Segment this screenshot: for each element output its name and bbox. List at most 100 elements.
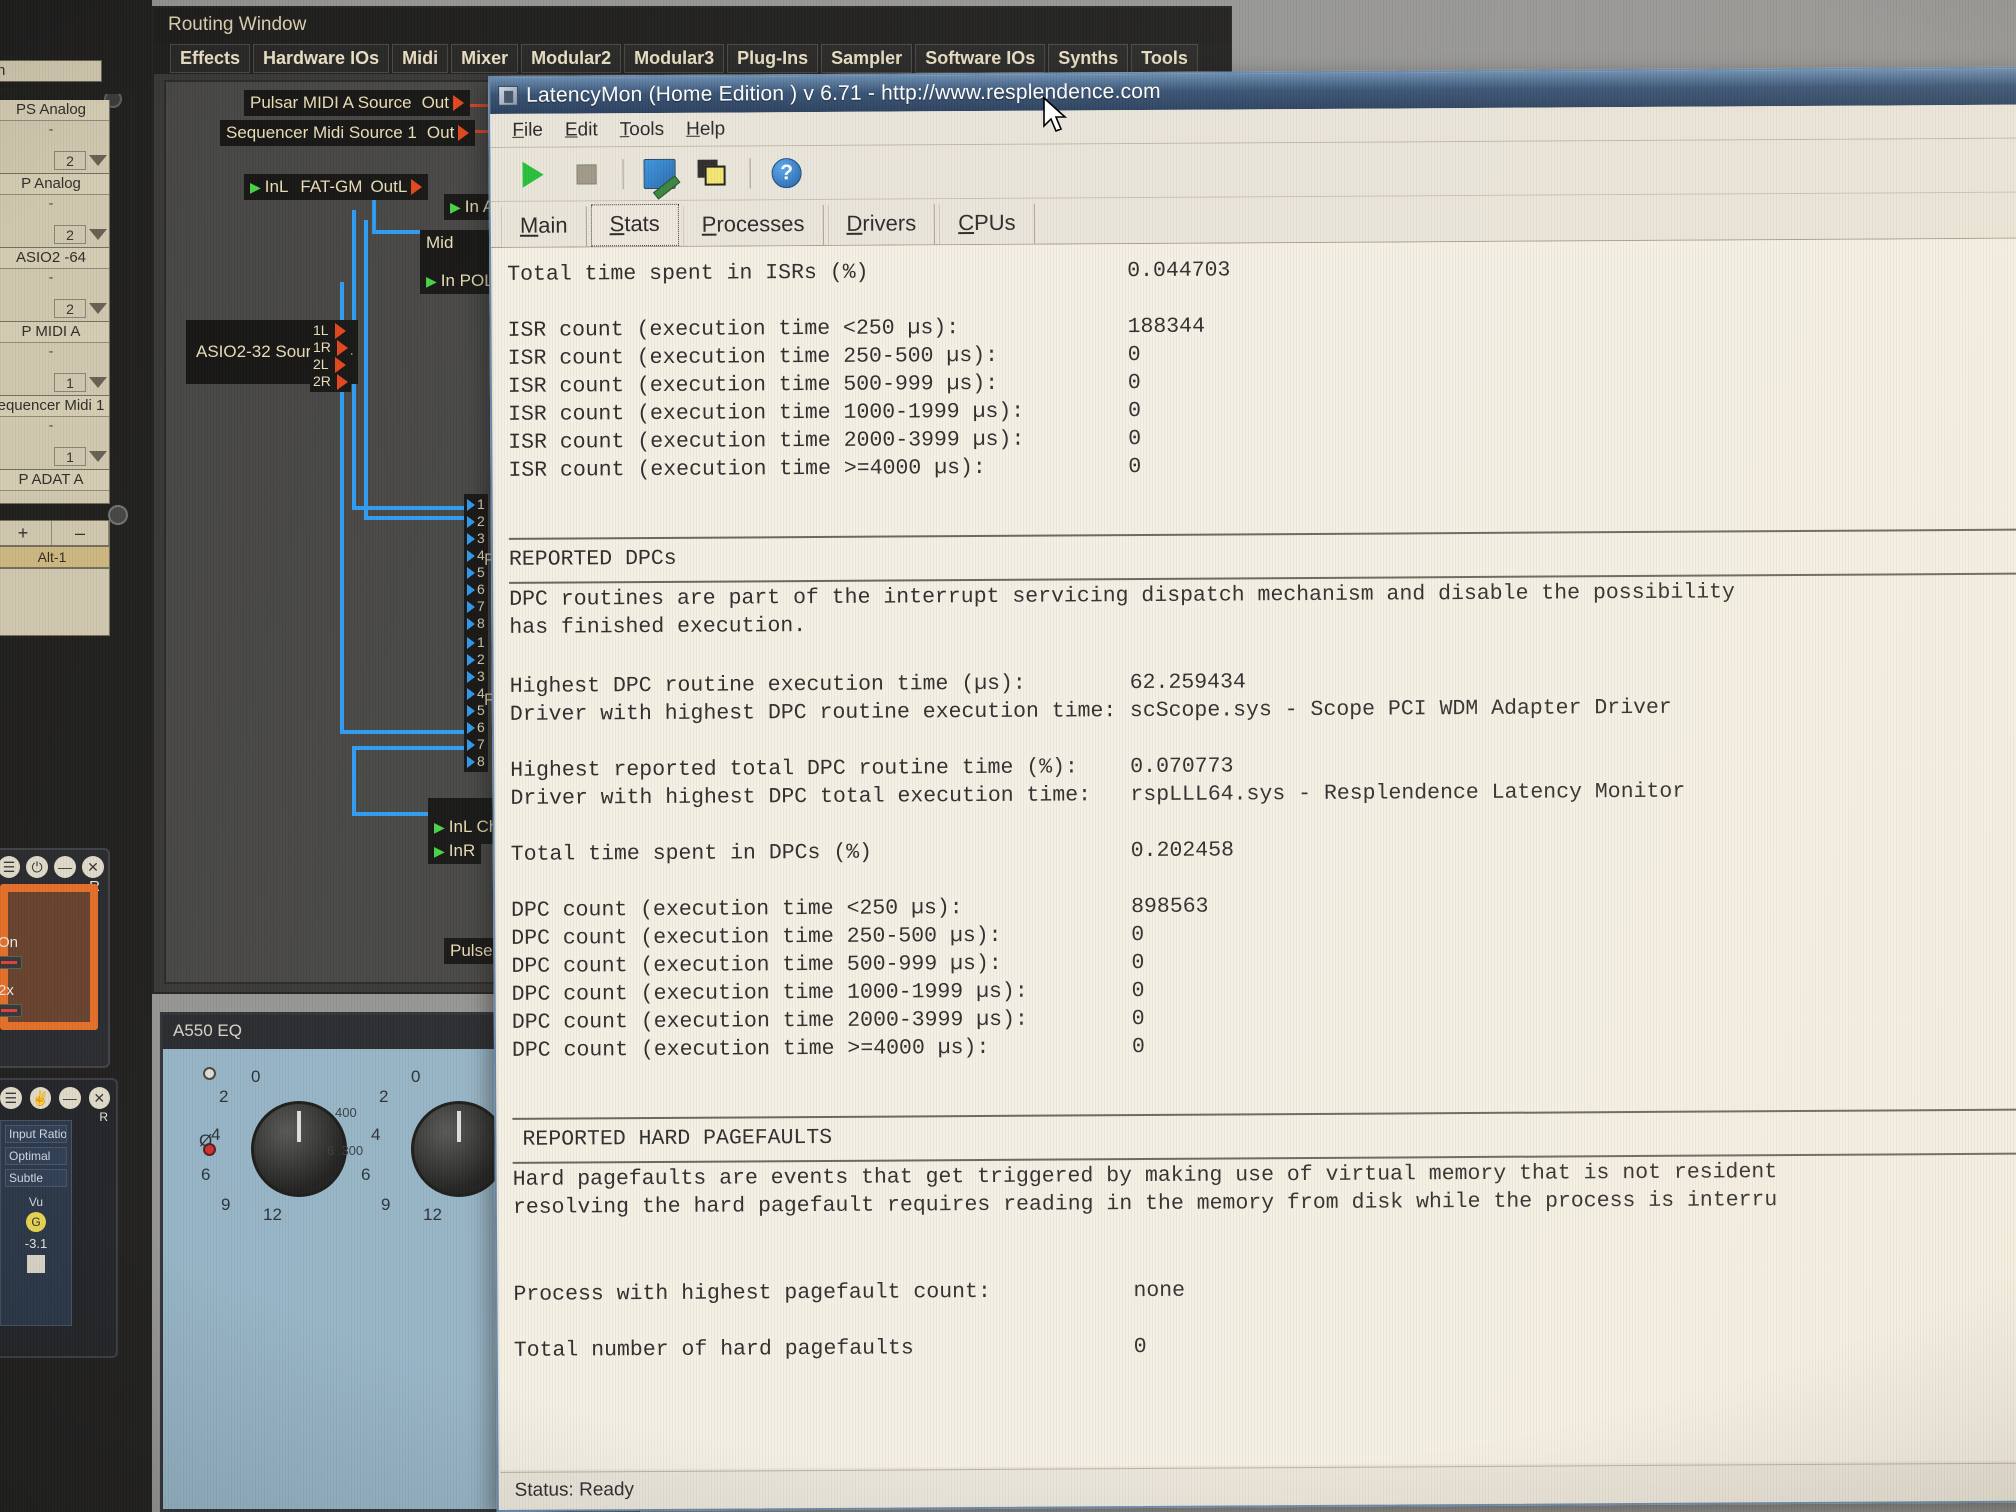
remove-button[interactable]: – <box>52 521 109 545</box>
menu-tools[interactable]: Tools <box>620 118 664 140</box>
node-fat-gm[interactable]: ▶ InL FAT-GM OutL <box>244 174 429 200</box>
rack-slot[interactable]: equencer Midi 1 - 1 <box>0 396 110 470</box>
blue-device-toolbar[interactable]: ☰ ✌ — ✕ <box>0 1084 110 1112</box>
rack-slot-num[interactable]: 2 <box>54 299 86 318</box>
tab-software-ios[interactable]: Software IOs <box>915 43 1046 73</box>
rack-slot[interactable]: P MIDI A - 1 <box>0 322 110 396</box>
node-pulsar-midi-a-source[interactable]: Pulsar MIDI A Source Out <box>244 90 470 116</box>
tab-cpus[interactable]: CPUs <box>939 203 1035 245</box>
tab-processes[interactable]: Processes <box>682 204 824 246</box>
input-port-icon[interactable] <box>467 738 475 751</box>
eq-knob-2[interactable] <box>411 1101 507 1197</box>
output-port-icon[interactable] <box>336 339 348 356</box>
input-port-icon[interactable] <box>467 498 475 511</box>
tab-midi[interactable]: Midi <box>392 43 449 73</box>
tab-hardware-ios[interactable]: Hardware IOs <box>253 43 390 73</box>
copy-button[interactable] <box>695 156 731 190</box>
rack-slot-num[interactable]: 1 <box>54 373 86 392</box>
close-icon[interactable]: ✕ <box>88 1087 110 1109</box>
param-row[interactable]: Input Ratio <box>5 1125 67 1143</box>
input-port-icon[interactable]: ▶ <box>434 843 445 860</box>
input-port-icon[interactable] <box>467 583 475 596</box>
hand-icon[interactable]: ✌ <box>29 1087 51 1109</box>
blue-device-panel[interactable]: ☰ ✌ — ✕ R Input Ratio Optimal Subtle Vu … <box>0 1078 118 1358</box>
param-row[interactable]: Optimal <box>5 1147 67 1165</box>
x2-led-button[interactable] <box>0 1004 22 1017</box>
latencymon-toolbar[interactable]: ? <box>490 138 2016 202</box>
tab-main[interactable]: Main <box>500 206 587 247</box>
node-pulse[interactable]: Pulse <box>444 938 499 964</box>
help-button[interactable]: ? <box>768 156 804 190</box>
document-icon[interactable]: ☰ <box>0 1087 22 1109</box>
tab-effects[interactable]: Effects <box>170 43 251 73</box>
input-port-icon[interactable] <box>467 755 475 768</box>
node-inr[interactable]: ▶ InR <box>428 838 482 864</box>
rack-slot[interactable]: PS Analog - 2 <box>0 100 110 174</box>
chevron-down-icon[interactable] <box>89 377 107 388</box>
param-row[interactable]: Subtle <box>5 1169 67 1187</box>
tab-tools[interactable]: Tools <box>1131 43 1198 73</box>
chevron-down-icon[interactable] <box>89 229 107 240</box>
output-port-icon[interactable] <box>411 179 423 195</box>
chevron-down-icon[interactable] <box>89 303 107 314</box>
rack-slot[interactable]: ASIO2 -64 - 2 <box>0 248 110 322</box>
rack-slot-selector[interactable]: 1 <box>54 447 107 466</box>
input-port-icon[interactable] <box>467 617 475 630</box>
document-icon[interactable]: ☰ <box>0 856 20 878</box>
rack-slot[interactable]: P ADAT A <box>0 470 110 504</box>
orange-device-toolbar[interactable]: ☰ ⏻ — ✕ <box>0 854 104 880</box>
tab-synths[interactable]: Synths <box>1048 43 1129 73</box>
output-port-icon[interactable] <box>334 356 346 373</box>
input-port-icon[interactable]: ▶ <box>250 179 261 196</box>
rack-slot[interactable]: P Analog - 2 <box>0 174 110 248</box>
tab-sampler[interactable]: Sampler <box>821 43 913 73</box>
output-port-icon[interactable] <box>452 95 464 111</box>
input-port-icon[interactable] <box>467 687 475 700</box>
input-port-icon[interactable] <box>467 670 475 683</box>
input-port-icon[interactable] <box>467 532 475 545</box>
stats-report-panel[interactable]: Total time spent in ISRs (%) 0.044703 IS… <box>493 238 2016 1470</box>
rack-slot-num[interactable]: 1 <box>54 447 86 466</box>
input-port-icon[interactable]: ▶ <box>434 819 445 836</box>
tab-mixer[interactable]: Mixer <box>451 43 519 73</box>
rack-slot-selector[interactable]: 2 <box>54 299 107 318</box>
minimize-icon[interactable]: — <box>54 856 76 878</box>
output-port-icon[interactable] <box>458 125 470 141</box>
input-port-icon[interactable]: ▶ <box>426 273 437 290</box>
tab-stats[interactable]: Stats <box>590 203 679 247</box>
start-monitoring-button[interactable] <box>514 157 550 191</box>
node-sequencer-midi-source-1[interactable]: Sequencer Midi Source 1 Out <box>220 120 476 146</box>
orange-device-panel[interactable]: ☰ ⏻ — ✕ R On 2x <box>0 848 110 1068</box>
input-port-icon[interactable] <box>467 549 475 562</box>
rack-slot-selector[interactable]: 2 <box>54 225 107 244</box>
chevron-down-icon[interactable] <box>89 155 107 166</box>
rack-slot-num[interactable]: 2 <box>54 151 86 170</box>
fader-handle[interactable] <box>27 1255 45 1273</box>
rack-alt-label[interactable]: Alt-1 <box>0 546 110 568</box>
tab-modular3[interactable]: Modular3 <box>624 43 725 73</box>
input-port-icon[interactable] <box>467 600 475 613</box>
input-port-icon[interactable] <box>467 515 475 528</box>
input-port-icon[interactable] <box>467 566 475 579</box>
on-led-button[interactable] <box>0 956 22 969</box>
rack-slot-num[interactable]: 2 <box>54 225 86 244</box>
add-button[interactable]: + <box>0 521 52 545</box>
latencymon-window[interactable]: LatencyMon (Home Edition ) v 6.71 - http… <box>488 66 2016 1512</box>
input-port-icon[interactable] <box>467 704 475 717</box>
menu-file[interactable]: File <box>512 119 543 141</box>
rack-slot-selector[interactable]: 1 <box>54 373 107 392</box>
close-icon[interactable]: ✕ <box>82 856 104 878</box>
stop-monitoring-button[interactable] <box>568 157 604 191</box>
input-port-icon[interactable] <box>467 721 475 734</box>
menu-edit[interactable]: Edit <box>565 119 598 141</box>
power-icon[interactable]: ⏻ <box>26 856 48 878</box>
output-port-icon[interactable] <box>336 373 348 390</box>
rack-slot-selector[interactable]: 2 <box>54 151 107 170</box>
input-port-icon[interactable] <box>467 653 475 666</box>
tab-plug-ins[interactable]: Plug-Ins <box>727 43 819 73</box>
input-port-icon[interactable] <box>467 636 475 649</box>
input-port-icon[interactable]: ▶ <box>450 199 461 216</box>
output-port-icon[interactable] <box>334 322 346 339</box>
rack-knob-2-icon[interactable] <box>108 505 128 525</box>
report-button[interactable] <box>641 156 677 190</box>
